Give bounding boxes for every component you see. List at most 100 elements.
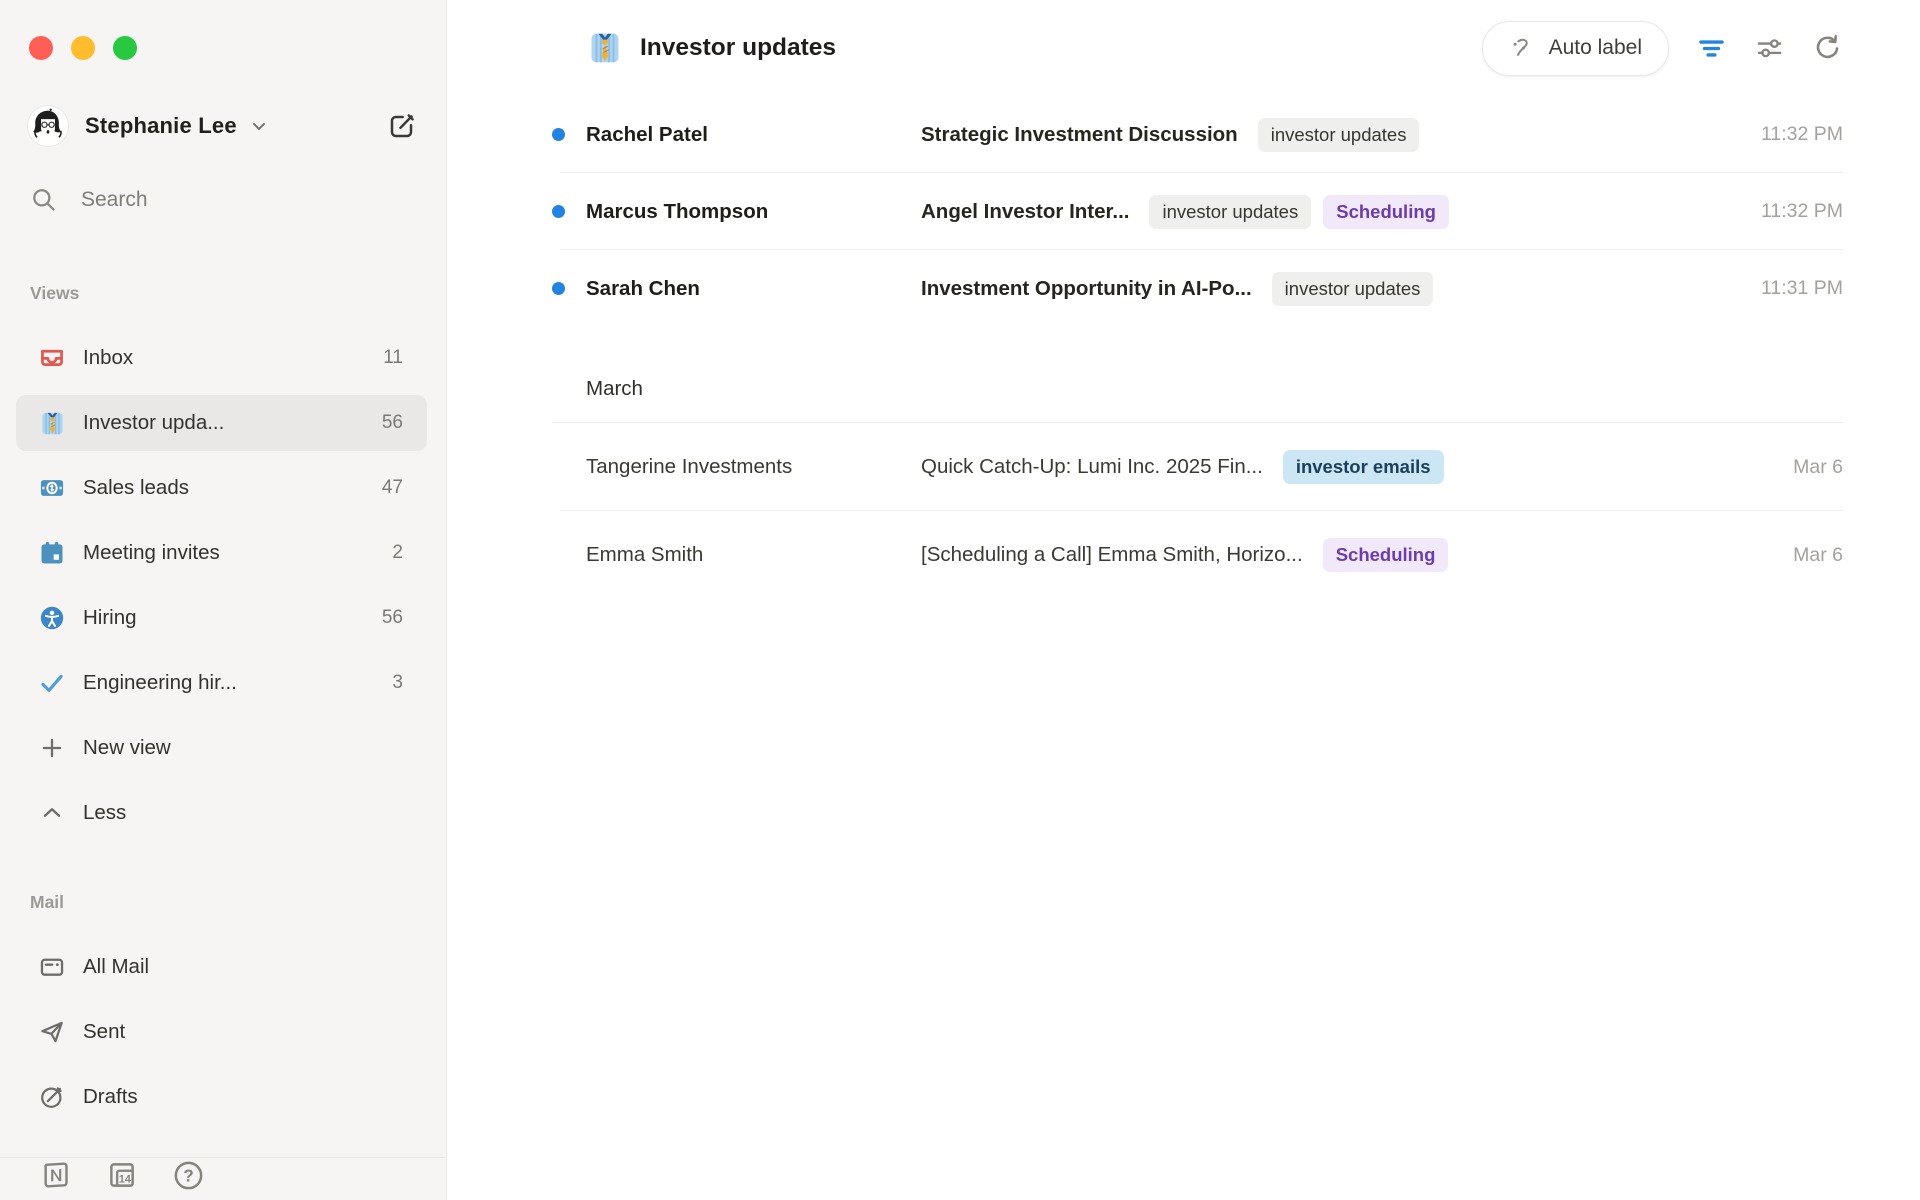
unread-count: 56: [382, 412, 403, 434]
sidebar-item-label: Sales leads: [83, 476, 189, 500]
email-sender: Tangerine Investments: [586, 455, 921, 479]
search-label: Search: [81, 188, 148, 212]
email-sender: Sarah Chen: [586, 277, 921, 301]
email-row[interactable]: Tangerine Investments Quick Catch-Up: Lu…: [448, 423, 1920, 511]
label-pill[interactable]: Scheduling: [1323, 538, 1449, 572]
svg-text:14: 14: [119, 1174, 131, 1186]
envelope-icon: [38, 953, 66, 981]
label-pill[interactable]: Scheduling: [1323, 195, 1449, 229]
sidebar-item-sales-leads[interactable]: Sales leads 47: [16, 460, 427, 516]
paper-plane-icon: [38, 1018, 66, 1046]
chevron-up-icon: [38, 799, 66, 827]
sidebar-item-label: Inbox: [83, 346, 133, 370]
email-time: 11:31 PM: [1741, 277, 1843, 300]
email-subject: Quick Catch-Up: Lumi Inc. 2025 Fin...: [921, 455, 1263, 479]
main-panel: Investor updates Auto label: [448, 0, 1920, 1200]
filter-icon[interactable]: [1695, 32, 1727, 64]
label-pill[interactable]: investor emails: [1283, 450, 1444, 484]
avatar: [28, 106, 68, 146]
label-pill[interactable]: investor updates: [1272, 272, 1434, 306]
sidebar-footer: 14 ?: [0, 1157, 445, 1200]
email-labels: investor emails: [1283, 450, 1444, 484]
auto-label-text: Auto label: [1549, 36, 1642, 60]
unread-dot: [552, 282, 565, 295]
email-sender: Marcus Thompson: [586, 200, 921, 224]
unread-count: 3: [392, 672, 403, 694]
sidebar-item-meeting-invites[interactable]: Meeting invites 2: [16, 525, 427, 581]
auto-label-button[interactable]: Auto label: [1482, 21, 1669, 76]
search-icon: [30, 186, 57, 213]
sidebar-item-hiring[interactable]: Hiring 56: [16, 590, 427, 646]
minimize-window-button[interactable]: [71, 36, 95, 60]
account-switcher[interactable]: Stephanie Lee: [28, 104, 420, 148]
email-subject: Angel Investor Inter...: [921, 200, 1129, 224]
email-labels: investor updates: [1258, 118, 1420, 152]
close-window-button[interactable]: [29, 36, 53, 60]
email-row[interactable]: Emma Smith [Scheduling a Call] Emma Smit…: [448, 511, 1920, 599]
account-name: Stephanie Lee: [85, 113, 237, 139]
view-header: Investor updates Auto label: [448, 0, 1920, 96]
display-options-icon[interactable]: [1753, 32, 1785, 64]
mail-list: All Mail Sent: [16, 939, 427, 1134]
email-row[interactable]: Sarah Chen Investment Opportunity in AI-…: [448, 250, 1920, 327]
unread-count: 56: [382, 607, 403, 629]
unread-count: 2: [392, 542, 403, 564]
unread-count: 47: [382, 477, 403, 499]
sidebar-item-all-mail[interactable]: All Mail: [16, 939, 427, 995]
email-labels: investor updates: [1272, 272, 1434, 306]
less-button[interactable]: Less: [16, 785, 427, 841]
sidebar-item-drafts[interactable]: Drafts: [16, 1069, 427, 1125]
compose-button[interactable]: [384, 108, 420, 144]
person-circle-icon: [38, 604, 66, 632]
sidebar-item-label: Drafts: [83, 1085, 138, 1109]
label-pill[interactable]: investor updates: [1149, 195, 1311, 229]
email-time: 11:32 PM: [1741, 200, 1843, 223]
email-time: Mar 6: [1773, 456, 1843, 479]
email-subject: Strategic Investment Discussion: [921, 123, 1238, 147]
email-time: Mar 6: [1773, 544, 1843, 567]
email-subject: Investment Opportunity in AI-Po...: [921, 277, 1252, 301]
notion-calendar-icon[interactable]: 14: [104, 1157, 140, 1193]
chevron-down-icon: [249, 116, 269, 136]
new-view-button[interactable]: New view: [16, 720, 427, 776]
email-row[interactable]: Marcus Thompson Angel Investor Inter... …: [448, 173, 1920, 250]
unread-dot: [552, 205, 565, 218]
sidebar-item-inbox[interactable]: Inbox 11: [16, 330, 427, 386]
sidebar-item-investor-updates[interactable]: Investor upda... 56: [16, 395, 427, 451]
notion-logo-icon[interactable]: [38, 1157, 74, 1193]
sidebar-item-label: Investor upda...: [83, 411, 224, 435]
email-list: Rachel Patel Strategic Investment Discus…: [448, 96, 1920, 599]
zoom-window-button[interactable]: [113, 36, 137, 60]
label-pill[interactable]: investor updates: [1258, 118, 1420, 152]
necktie-icon: [587, 30, 623, 66]
email-labels: Scheduling: [1323, 538, 1449, 572]
page-title: Investor updates: [640, 34, 836, 62]
sidebar-item-label: Engineering hir...: [83, 671, 237, 695]
date-group-title: March: [586, 377, 643, 401]
refresh-icon[interactable]: [1811, 32, 1843, 64]
email-labels: investor updates Scheduling: [1149, 195, 1448, 229]
unread-dot: [552, 128, 565, 141]
sidebar-item-label: Sent: [83, 1020, 125, 1044]
window-controls: [29, 36, 137, 60]
inbox-icon: [38, 344, 66, 372]
sidebar-item-label: All Mail: [83, 955, 149, 979]
date-group-header: March: [448, 327, 1920, 423]
sidebar-item-sent[interactable]: Sent: [16, 1004, 427, 1060]
email-sender: Rachel Patel: [586, 123, 921, 147]
mail-section-label: Mail: [30, 892, 64, 913]
auto-label-icon: [1509, 35, 1536, 62]
sidebar-item-label: Meeting invites: [83, 541, 220, 565]
email-time: 11:32 PM: [1741, 123, 1843, 146]
calendar-icon: [38, 539, 66, 567]
sidebar-item-engineering-hiring[interactable]: Engineering hir... 3: [16, 655, 427, 711]
new-view-label: New view: [83, 736, 171, 760]
unread-count: 11: [383, 347, 403, 369]
help-icon[interactable]: ?: [170, 1157, 206, 1193]
draft-icon: [38, 1083, 66, 1111]
email-row[interactable]: Rachel Patel Strategic Investment Discus…: [448, 96, 1920, 173]
search-button[interactable]: Search: [30, 186, 148, 213]
app-window: Stephanie Lee Search Views: [0, 0, 1920, 1200]
sidebar: Stephanie Lee Search Views: [0, 0, 447, 1200]
plus-icon: [38, 734, 66, 762]
